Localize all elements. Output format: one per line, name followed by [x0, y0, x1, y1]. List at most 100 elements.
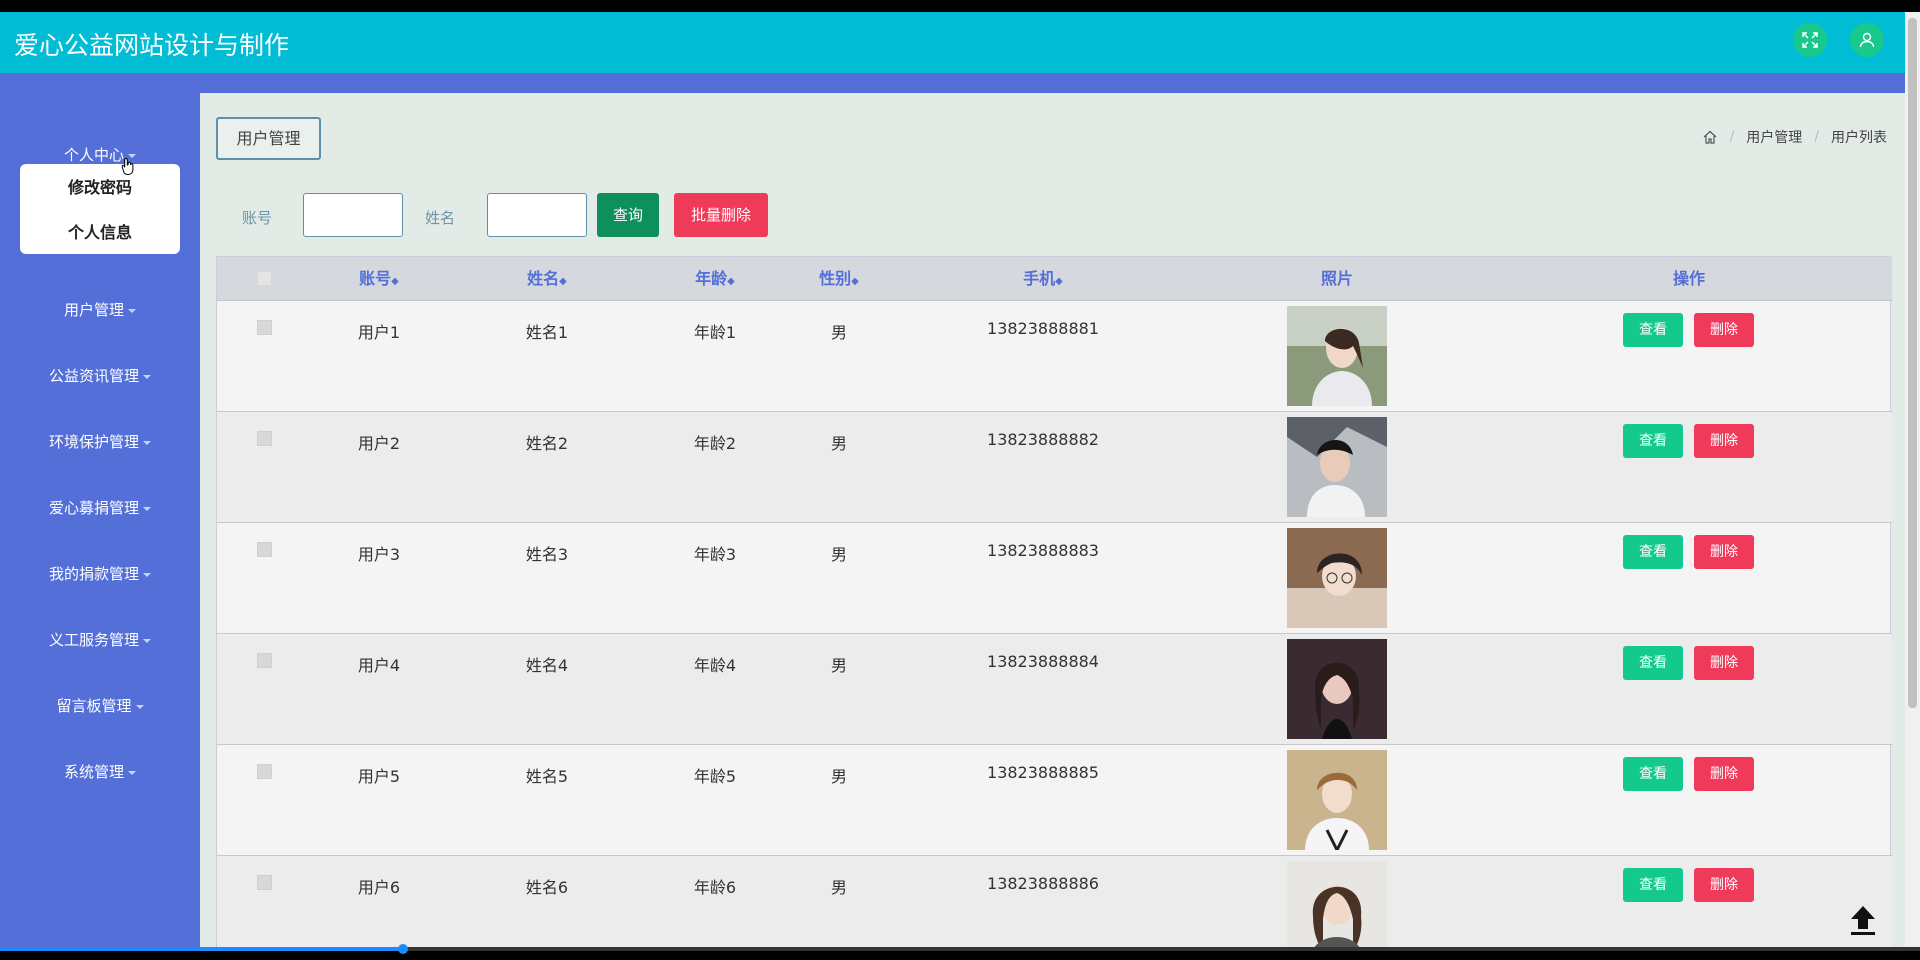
sidebar-item-my-donations[interactable]: 我的捐款管理	[0, 554, 200, 594]
back-to-top-button[interactable]	[1845, 902, 1881, 938]
sidebar-item-label: 用户管理	[63, 301, 124, 319]
column-header-phone[interactable]: 手机◆	[1023, 257, 1063, 301]
account-input[interactable]	[303, 193, 403, 237]
sidebar-item-label: 系统管理	[63, 763, 124, 781]
cell-gender: 男	[830, 656, 848, 675]
column-header-name[interactable]: 姓名◆	[527, 257, 567, 301]
user-photo	[1287, 306, 1387, 406]
delete-button[interactable]: 删除	[1694, 868, 1754, 902]
view-button[interactable]: 查看	[1623, 646, 1683, 680]
sort-icon: ◆	[1055, 276, 1063, 287]
chevron-down-icon	[128, 309, 136, 313]
sidebar-item-label: 义工服务管理	[48, 631, 139, 649]
column-header-age[interactable]: 年龄◆	[695, 257, 735, 301]
query-button[interactable]: 查询	[597, 193, 659, 237]
user-photo	[1287, 750, 1387, 850]
view-button[interactable]: 查看	[1623, 757, 1683, 791]
row-checkbox[interactable]	[257, 875, 272, 890]
top-header: 爱心公益网站设计与制作	[0, 12, 1905, 73]
row-checkbox[interactable]	[257, 542, 272, 557]
bulk-delete-button[interactable]: 批量删除	[674, 193, 768, 237]
name-label: 姓名	[425, 209, 456, 227]
tab-user-management[interactable]: 用户管理	[216, 117, 321, 160]
chevron-down-icon	[143, 375, 151, 379]
sort-icon: ◆	[851, 276, 859, 287]
app-window: 爱心公益网站设计与制作 个人中心 用户管理 公益资讯管理 环境保护管理 爱心募捐…	[0, 12, 1905, 947]
cell-name: 姓名2	[525, 434, 569, 453]
cell-phone: 13823888884	[987, 652, 1099, 671]
menu-item-personal-info[interactable]: 个人信息	[20, 219, 180, 243]
sort-icon: ◆	[391, 276, 399, 287]
cell-gender: 男	[830, 767, 848, 786]
view-button[interactable]: 查看	[1623, 535, 1683, 569]
delete-button[interactable]: 删除	[1694, 757, 1754, 791]
breadcrumb-user-management[interactable]: 用户管理	[1746, 127, 1802, 147]
cell-name: 姓名4	[525, 656, 569, 675]
scrollbar-thumb[interactable]	[1908, 18, 1917, 708]
table-row: 用户5 姓名5 年龄5 男 13823888885 查看 删除	[217, 745, 1892, 856]
personal-center-dropdown: 修改密码 个人信息	[20, 164, 180, 254]
row-checkbox[interactable]	[257, 320, 272, 335]
cell-gender: 男	[830, 878, 848, 897]
sidebar-item-volunteer[interactable]: 义工服务管理	[0, 620, 200, 660]
sidebar-item-message-board[interactable]: 留言板管理	[0, 686, 200, 726]
table-row: 用户4 姓名4 年龄4 男 13823888884 查看 删除	[217, 634, 1892, 745]
sidebar-item-user-management[interactable]: 用户管理	[0, 290, 200, 330]
user-button[interactable]	[1850, 23, 1884, 57]
delete-button[interactable]: 删除	[1694, 535, 1754, 569]
delete-button[interactable]: 删除	[1694, 424, 1754, 458]
fullscreen-button[interactable]	[1793, 23, 1827, 57]
sidebar-item-label: 爱心募捐管理	[48, 499, 139, 517]
select-all-checkbox[interactable]	[257, 271, 272, 286]
progress-fill	[0, 947, 404, 951]
cell-phone: 13823888886	[987, 874, 1099, 893]
fullscreen-icon	[1802, 32, 1818, 48]
menu-item-change-password[interactable]: 修改密码	[20, 174, 180, 198]
user-photo	[1287, 528, 1387, 628]
row-checkbox[interactable]	[257, 431, 272, 446]
table-row: 用户2 姓名2 年龄2 男 13823888882 查看 删除	[217, 412, 1892, 523]
view-button[interactable]: 查看	[1623, 313, 1683, 347]
breadcrumb-separator: /	[1814, 129, 1819, 145]
progress-handle[interactable]	[398, 944, 408, 954]
cell-age: 年龄2	[693, 434, 737, 453]
sidebar-item-system[interactable]: 系统管理	[0, 752, 200, 792]
column-header-gender[interactable]: 性别◆	[819, 257, 859, 301]
column-header-account[interactable]: 账号◆	[359, 257, 399, 301]
cell-name: 姓名3	[525, 545, 569, 564]
table-row: 用户1 姓名1 年龄1 男 13823888881 查看 删除	[217, 301, 1892, 412]
cell-age: 年龄1	[693, 323, 737, 342]
cell-gender: 男	[830, 323, 848, 342]
user-photo	[1287, 639, 1387, 739]
chevron-down-icon	[135, 705, 144, 709]
row-checkbox[interactable]	[257, 653, 272, 668]
sort-icon: ◆	[559, 276, 567, 287]
column-header-photo: 照片	[1320, 269, 1354, 288]
delete-button[interactable]: 删除	[1694, 646, 1754, 680]
row-checkbox[interactable]	[257, 764, 272, 779]
view-button[interactable]: 查看	[1623, 424, 1683, 458]
home-icon[interactable]	[1702, 129, 1718, 145]
cell-account: 用户6	[357, 878, 401, 897]
cell-account: 用户4	[357, 656, 401, 675]
user-icon	[1859, 32, 1875, 48]
sort-icon: ◆	[727, 276, 735, 287]
vertical-scrollbar[interactable]	[1905, 12, 1920, 947]
name-input[interactable]	[487, 193, 587, 237]
view-button[interactable]: 查看	[1623, 868, 1683, 902]
sidebar-item-charity-news[interactable]: 公益资讯管理	[0, 356, 200, 396]
chevron-down-icon	[128, 771, 136, 775]
cell-phone: 13823888882	[987, 430, 1099, 449]
cell-phone: 13823888885	[987, 763, 1099, 782]
cell-phone: 13823888883	[987, 541, 1099, 560]
chevron-down-icon	[143, 639, 151, 643]
sidebar-item-environment[interactable]: 环境保护管理	[0, 422, 200, 462]
cell-age: 年龄5	[693, 767, 737, 786]
cell-gender: 男	[830, 545, 848, 564]
table-row: 用户3 姓名3 年龄3 男 13823888883 查看 删除	[217, 523, 1892, 634]
user-table: 账号◆ 姓名◆ 年龄◆ 性别◆ 手机◆ 照片 操作 用户1 姓名1 年龄1 男 …	[216, 256, 1892, 947]
sidebar-item-donation-drive[interactable]: 爱心募捐管理	[0, 488, 200, 528]
cell-age: 年龄6	[693, 878, 737, 897]
column-header-label: 性别	[819, 269, 852, 288]
delete-button[interactable]: 删除	[1694, 313, 1754, 347]
